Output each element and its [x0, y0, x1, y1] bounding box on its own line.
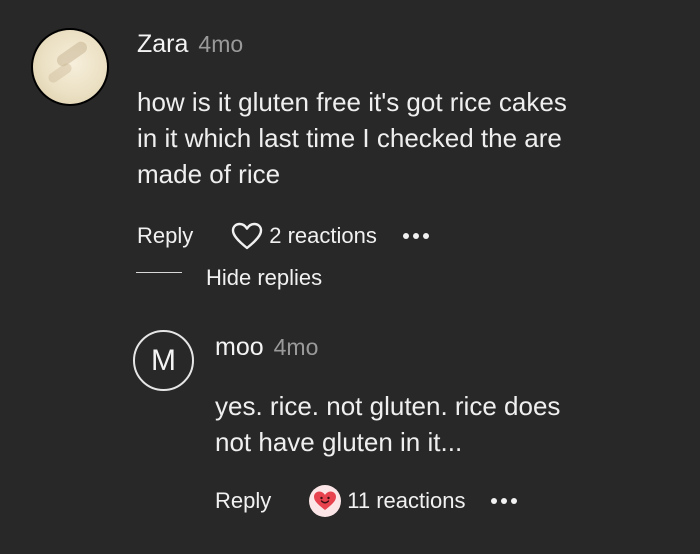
reply-button[interactable]: Reply: [215, 488, 271, 514]
avatar-letter: M: [151, 343, 176, 377]
heart-face-emoji-icon: [309, 485, 342, 517]
divider: [136, 272, 182, 273]
more-dots-icon[interactable]: [491, 498, 518, 504]
comment-line: made of rice: [137, 159, 281, 189]
reply-avatar[interactable]: M: [133, 330, 194, 391]
more-dots-icon[interactable]: [402, 233, 429, 239]
avatar-texture: [54, 39, 90, 69]
reply-line: yes. rice. not gluten. rice does: [215, 391, 561, 421]
comment-timestamp: 4mo: [198, 31, 244, 57]
reply-line: not have gluten in it...: [215, 427, 463, 457]
avatar[interactable]: [31, 28, 109, 106]
reply-body: yes. rice. not gluten. rice does not hav…: [215, 388, 560, 460]
comment-line: how is it gluten free it's got rice cake…: [137, 87, 567, 117]
hide-replies-button[interactable]: Hide replies: [206, 265, 322, 291]
reply-author[interactable]: moo: [215, 333, 264, 362]
reply-header: moo 4mo: [215, 333, 318, 362]
reply-button[interactable]: Reply: [137, 223, 193, 249]
reply-timestamp: 4mo: [273, 334, 319, 360]
reactions-button[interactable]: 11 reactions: [309, 485, 465, 517]
comment-header: Zara 4mo: [137, 30, 243, 59]
comment-actions: Reply 2 reactions: [137, 222, 429, 250]
comment-body: how is it gluten free it's got rice cake…: [137, 84, 567, 192]
reactions-count: 11 reactions: [347, 488, 466, 513]
reply-actions: Reply 11 reactions: [215, 485, 518, 517]
comment-author[interactable]: Zara: [137, 30, 188, 59]
comment-line: in it which last time I checked the are: [137, 123, 562, 153]
heart-outline-icon: [231, 222, 263, 250]
avatar-image: [33, 30, 107, 104]
comments-thread: Zara 4mo how is it gluten free it's got …: [0, 0, 700, 554]
reactions-button[interactable]: 2 reactions: [231, 222, 377, 250]
reactions-count: 2 reactions: [269, 223, 377, 248]
